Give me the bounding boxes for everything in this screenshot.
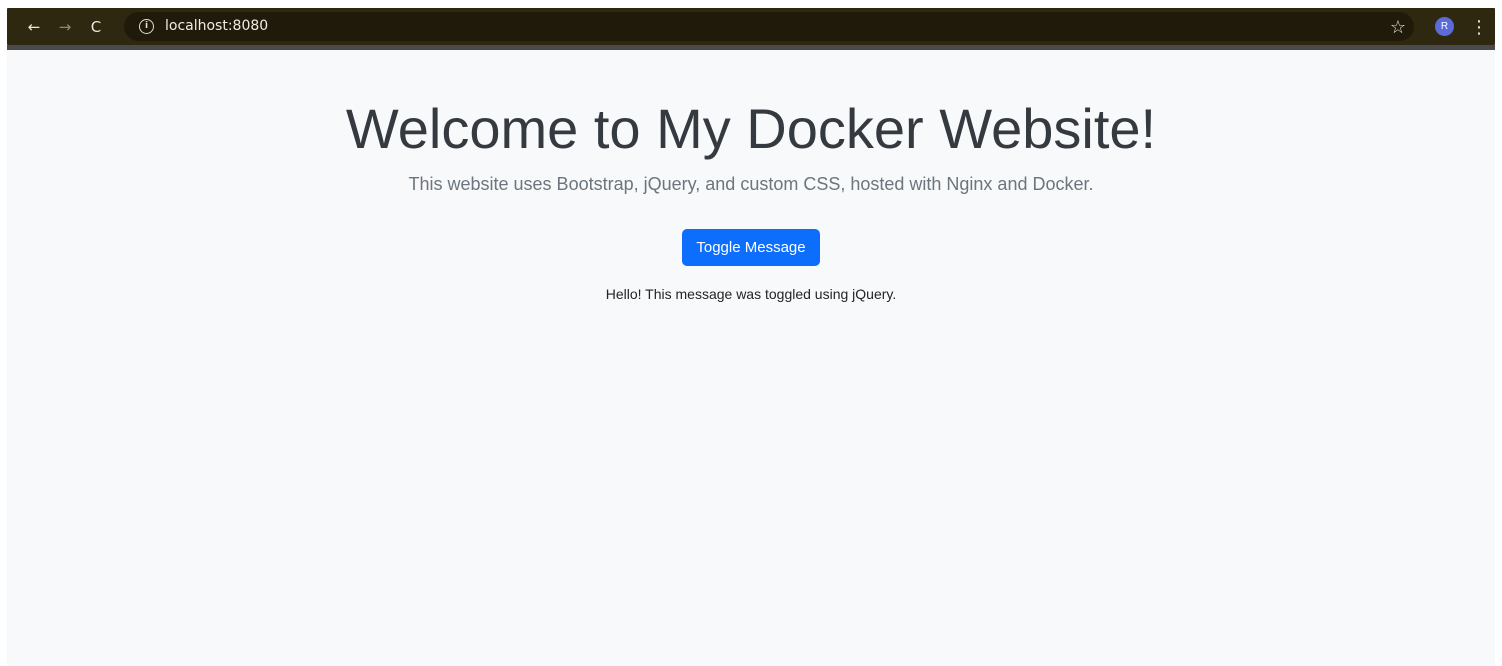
profile-avatar[interactable]: R [1435,17,1454,36]
site-info-icon[interactable]: i [139,19,154,34]
forward-arrow-icon[interactable]: → [52,14,78,40]
address-bar-url: localhost:8080 [165,18,269,34]
back-arrow-icon[interactable]: ← [21,14,47,40]
toggled-message: Hello! This message was toggled using jQ… [605,286,897,302]
browser-window: ← → C i localhost:8080 ☆ R ⋮ Welcome to … [0,0,1502,666]
reload-icon[interactable]: C [83,14,109,40]
page-title: Welcome to My Docker Website! [345,97,1157,160]
browser-toolbar: ← → C i localhost:8080 ☆ R ⋮ [7,8,1495,45]
toggle-message-button[interactable]: Toggle Message [682,229,820,266]
address-bar[interactable]: i localhost:8080 [124,12,1414,41]
page-viewport: Welcome to My Docker Website! This websi… [7,50,1495,666]
bookmark-star-icon[interactable]: ☆ [1386,15,1410,39]
browser-menu-icon[interactable]: ⋮ [1470,15,1488,39]
page-subtitle: This website uses Bootstrap, jQuery, and… [408,174,1094,194]
